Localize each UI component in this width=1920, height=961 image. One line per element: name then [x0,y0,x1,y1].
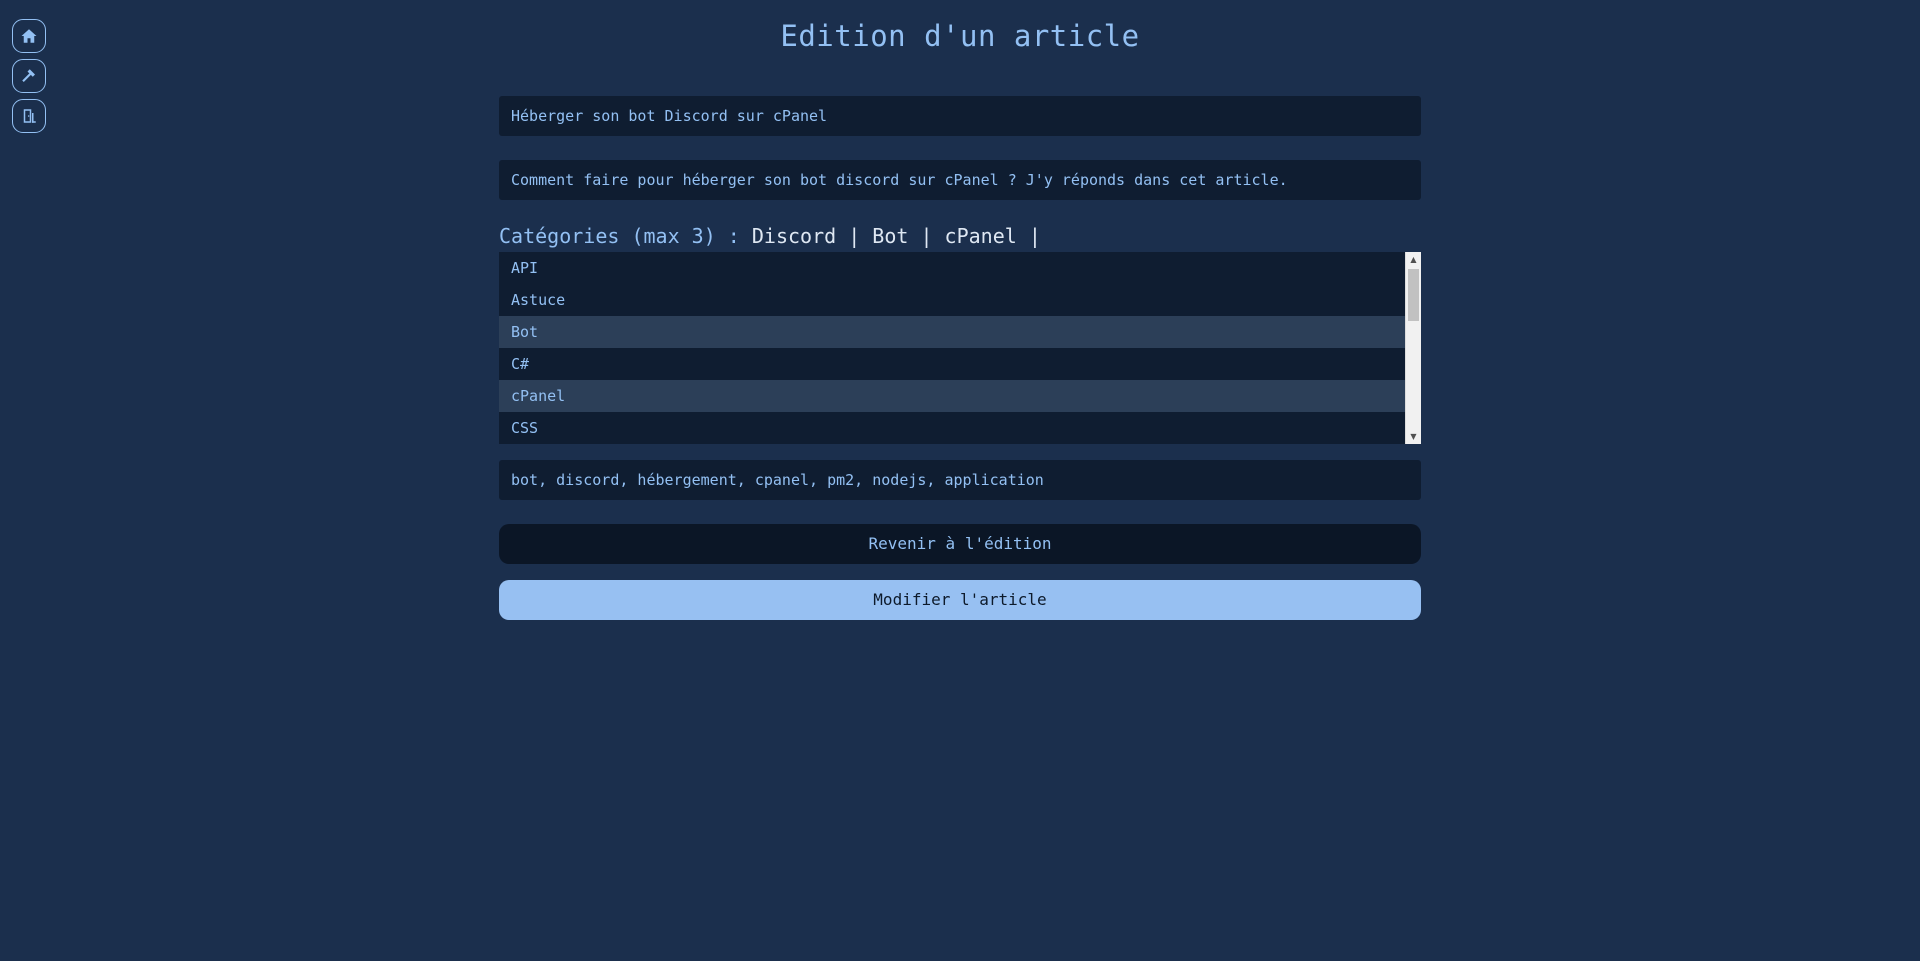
category-option[interactable]: C# [499,348,1405,380]
category-option[interactable]: API [499,252,1405,284]
categories-scrollbar[interactable]: ▲ ▼ [1405,252,1421,444]
category-option[interactable]: cPanel [499,380,1405,412]
hammer-icon [22,69,35,82]
title-input[interactable]: Héberger son bot Discord sur cPanel [499,96,1421,136]
logout-button[interactable] [12,99,46,133]
scroll-up-icon[interactable]: ▲ [1406,252,1421,267]
submit-article-button[interactable]: Modifier l'article [499,580,1421,620]
category-option[interactable]: Bot [499,316,1405,348]
tools-button[interactable] [12,59,46,93]
page-title: Edition d'un article [780,19,1140,53]
categories-label: Catégories (max 3) : Discord | Bot | cPa… [499,224,1041,248]
categories-label-text: Catégories (max 3) : [499,224,752,248]
logout-icon [23,109,36,123]
categories-select[interactable]: API Astuce Bot C# cPanel CSS ▲ ▼ [499,252,1421,444]
scroll-thumb[interactable] [1408,269,1419,321]
tags-input[interactable]: bot, discord, hébergement, cpanel, pm2, … [499,460,1421,500]
categories-options: API Astuce Bot C# cPanel CSS [499,252,1405,444]
selected-categories: Discord | Bot | cPanel | [751,224,1041,248]
category-option[interactable]: CSS [499,412,1405,444]
description-input[interactable]: Comment faire pour héberger son bot disc… [499,160,1421,200]
back-to-edit-button[interactable]: Revenir à l'édition [499,524,1421,564]
scroll-down-icon[interactable]: ▼ [1406,429,1421,444]
category-option[interactable]: Astuce [499,284,1405,316]
